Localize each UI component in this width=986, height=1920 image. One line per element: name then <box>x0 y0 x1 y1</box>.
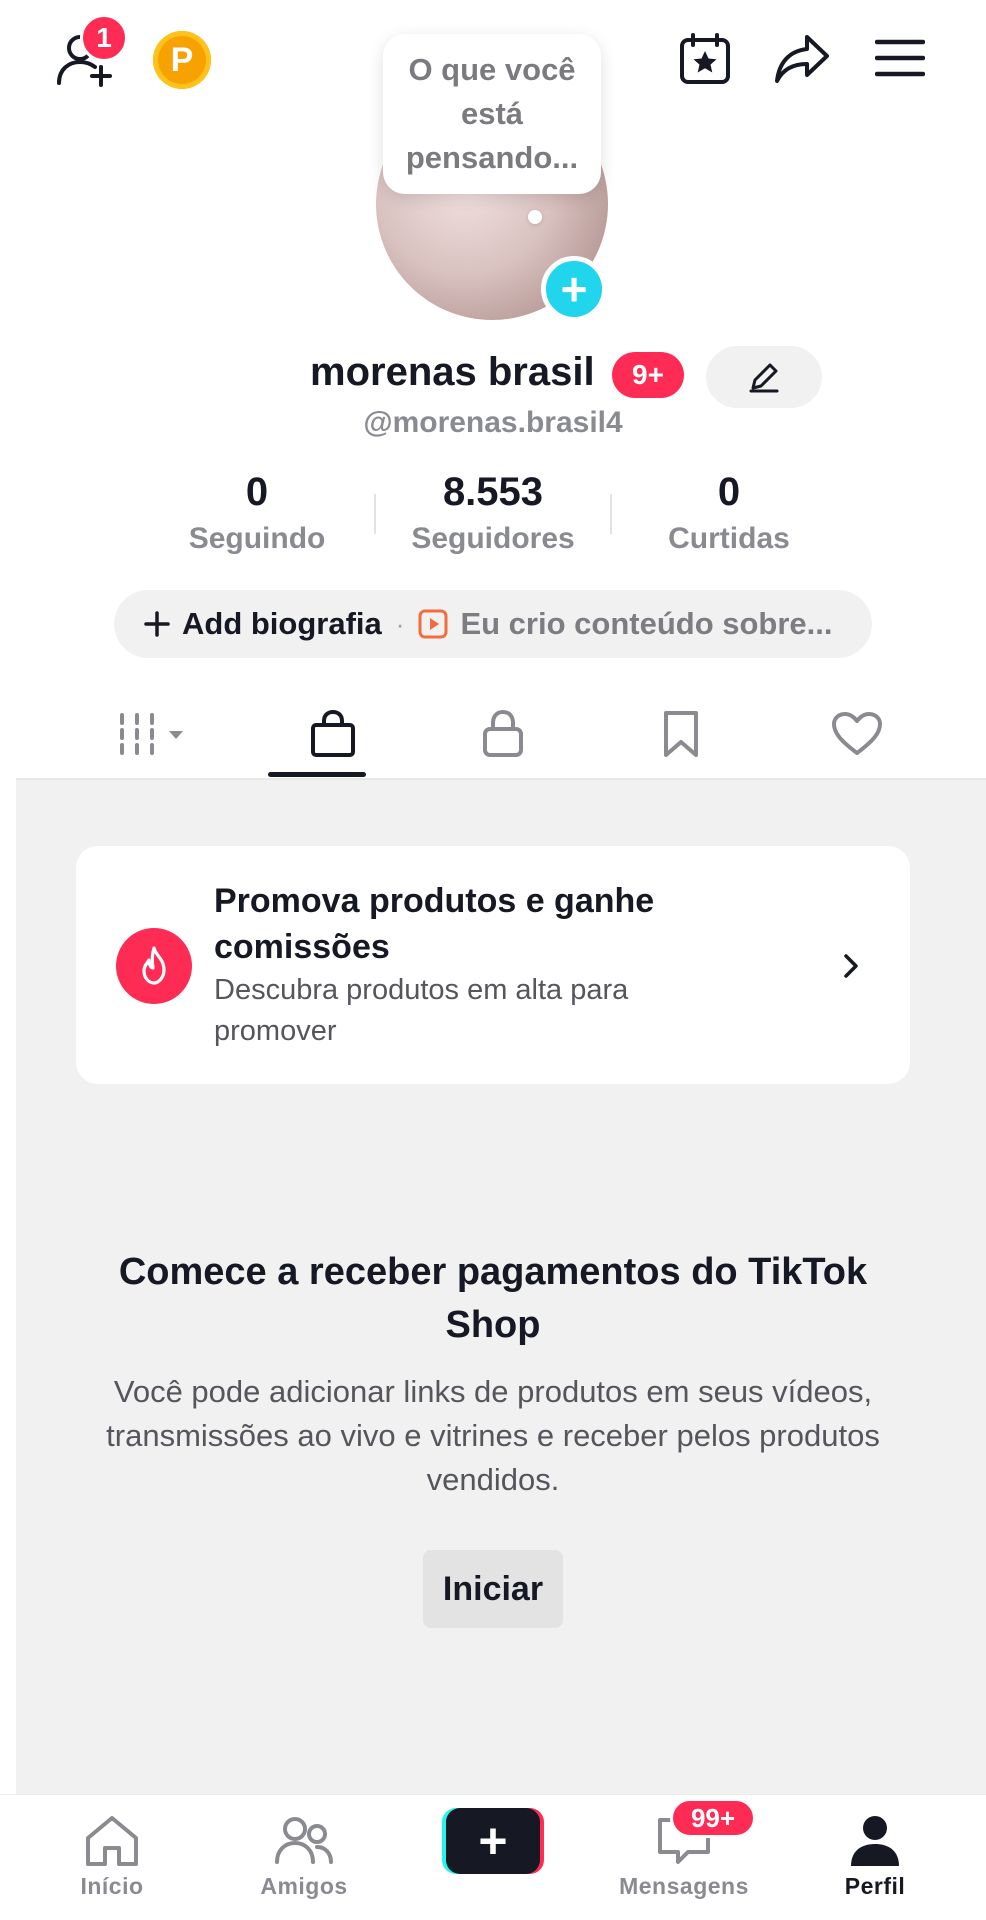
coin-icon: P <box>153 31 211 89</box>
pencil-icon <box>749 363 779 393</box>
shopping-bag-icon <box>311 709 355 757</box>
nav-profile[interactable]: Perfil <box>805 1795 945 1920</box>
plus-icon: + <box>446 1808 540 1874</box>
stat-likes[interactable]: 0 Curtidas <box>612 470 846 560</box>
active-tab-indicator <box>268 772 366 777</box>
share-profile-button[interactable] <box>772 30 832 88</box>
promote-products-card[interactable]: Promova produtos e ganhe comissões Descu… <box>76 846 910 1084</box>
nav-profile-label: Perfil <box>844 1873 906 1899</box>
messages-badge: 99+ <box>670 1798 756 1838</box>
promo-title: Promova produtos e ganhe comissões <box>214 882 655 966</box>
shop-description: Você pode adicionar links de produtos em… <box>106 1374 880 1497</box>
nav-messages-label: Mensagens <box>619 1873 749 1899</box>
name-row: morenas brasil 9+ <box>0 346 986 408</box>
bio-separator: · <box>395 608 405 639</box>
display-name: morenas brasil <box>310 350 595 394</box>
stat-value: 0 <box>245 470 269 514</box>
profile-tabs <box>16 690 986 780</box>
tab-private[interactable] <box>438 690 568 778</box>
stat-followers[interactable]: 8.553 Seguidores <box>376 470 610 560</box>
tab-saved[interactable] <box>616 690 746 778</box>
thought-bubble[interactable]: O que você está pensando... <box>383 34 601 194</box>
stat-value: 0 <box>717 470 741 514</box>
tab-videos[interactable] <box>100 690 204 778</box>
calendar-button[interactable] <box>676 30 734 88</box>
calendar-star-icon <box>680 33 730 84</box>
tab-liked[interactable] <box>792 690 922 778</box>
chevron-right-icon <box>836 946 866 986</box>
plus-icon: + <box>560 263 588 315</box>
name-notification-badge[interactable]: 9+ <box>612 352 684 398</box>
grid-icon <box>120 713 183 755</box>
start-button[interactable]: Iniciar <box>423 1550 563 1628</box>
add-avatar-button[interactable]: + <box>541 256 607 322</box>
add-bio-label: Add biografia <box>182 606 382 641</box>
home-icon <box>86 1816 138 1866</box>
stat-label: Seguindo <box>188 522 326 555</box>
nav-home[interactable]: Início <box>42 1795 182 1920</box>
username-handle: @morenas.brasil4 <box>363 406 623 439</box>
thought-bubble-dot <box>528 210 542 224</box>
shop-heading: Comece a receber pagamentos do TikTok Sh… <box>118 1251 868 1346</box>
edit-profile-button[interactable] <box>706 346 822 408</box>
heart-icon <box>832 712 882 755</box>
flame-icon <box>116 928 192 1004</box>
menu-button[interactable] <box>874 34 926 82</box>
friends-icon <box>275 1817 333 1864</box>
nav-friends-label: Amigos <box>260 1873 348 1899</box>
stat-value: 8.553 <box>442 470 544 514</box>
lock-icon <box>483 709 523 757</box>
stat-label: Curtidas <box>668 522 790 555</box>
plus-icon <box>144 611 170 637</box>
create-post-button[interactable]: + <box>442 1808 544 1874</box>
nav-home-label: Início <box>80 1873 144 1899</box>
stat-following[interactable]: 0 Seguindo <box>140 470 374 560</box>
profile-stats: 0 Seguindo 8.553 Seguidores 0 Curtidas <box>140 470 846 560</box>
share-arrow-icon <box>775 35 829 83</box>
stat-label: Seguidores <box>411 522 575 555</box>
add-bio-button[interactable]: Add biografia · Eu crio conteúdo sobre..… <box>114 590 872 658</box>
tab-shop[interactable] <box>268 690 398 778</box>
coin-button[interactable]: P <box>153 31 211 89</box>
hamburger-menu-icon <box>875 39 925 77</box>
promo-subtitle: Descubra produtos em alta para promover <box>214 974 629 1047</box>
profile-person-icon <box>851 1816 899 1866</box>
nav-friends[interactable]: Amigos <box>234 1795 374 1920</box>
friends-notification-badge: 1 <box>80 14 128 62</box>
video-play-icon <box>418 609 448 639</box>
bookmark-icon <box>664 711 698 757</box>
bio-hint-text: Eu crio conteúdo sobre... <box>460 606 833 641</box>
